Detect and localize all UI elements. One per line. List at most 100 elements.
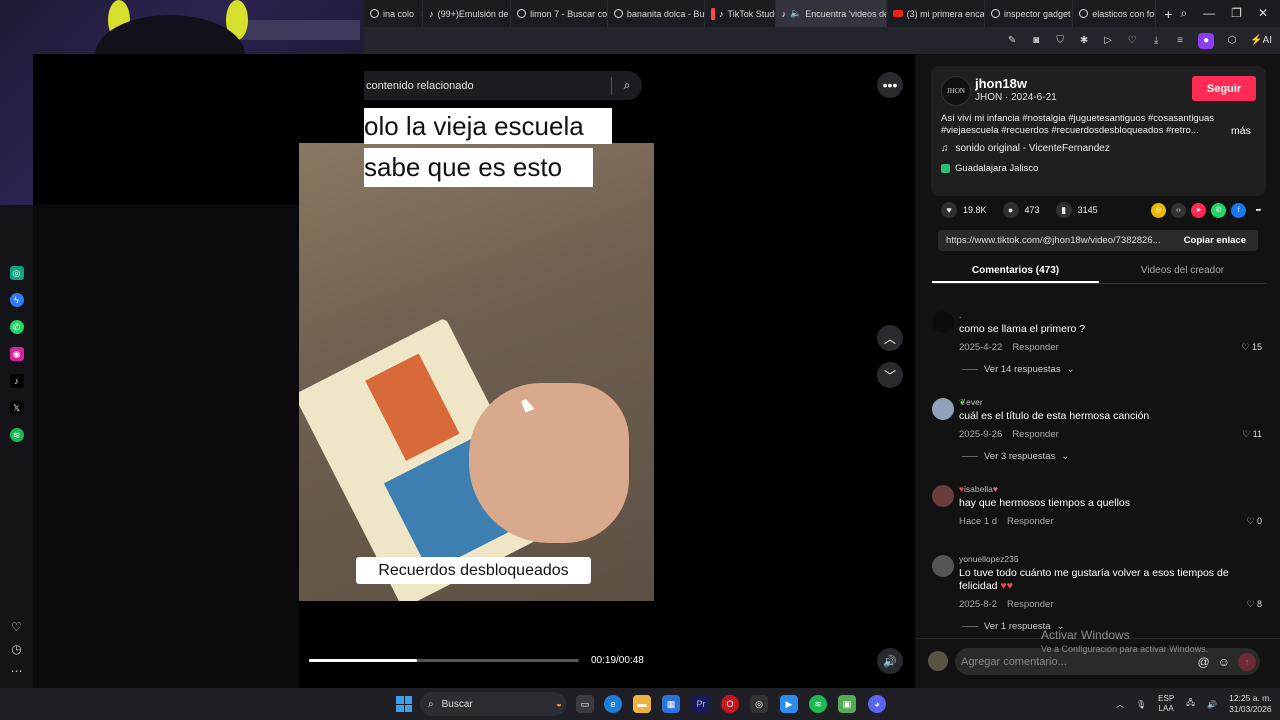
commenter-avatar[interactable] [932, 311, 954, 333]
heart-icon[interactable]: ♡ [1126, 35, 1138, 47]
coin-icon[interactable]: ◎ [1151, 202, 1166, 218]
more-options-button[interactable]: ••• [877, 72, 903, 98]
task-view-icon[interactable]: ▭ [576, 695, 594, 713]
language-indicator[interactable]: ESP LAA [1158, 694, 1174, 714]
clock[interactable]: 12:25 a. m. 31/03/2026 [1229, 693, 1272, 715]
facebook-icon[interactable]: f [1231, 202, 1246, 218]
browser-tab[interactable]: elasticos con form [1073, 0, 1157, 27]
shield-icon[interactable]: ⛉ [1054, 35, 1066, 47]
more-icon[interactable]: ⋯ [11, 664, 23, 678]
like-stat[interactable]: ♥ 19.8K [941, 202, 987, 218]
edit-icon[interactable]: ✎ [1006, 35, 1018, 47]
reply-button[interactable]: Responder [1007, 516, 1053, 527]
creator-avatar[interactable]: JHON [941, 76, 971, 106]
view-replies[interactable]: Ver 14 respuestas ⌄ [962, 364, 1075, 375]
camera-icon[interactable]: ◙ [1030, 35, 1042, 47]
minimize-icon[interactable]: — [1203, 6, 1215, 21]
instagram-icon[interactable]: ◉ [9, 347, 24, 361]
reply-button[interactable]: Responder [1007, 599, 1053, 610]
chatgpt-icon[interactable]: ◎ [9, 266, 24, 280]
video-progress-bar[interactable] [309, 659, 579, 662]
zoom-icon[interactable]: ▶ [780, 695, 798, 713]
download-icon[interactable]: ⤓ [1150, 35, 1162, 47]
post-url[interactable]: https://www.tiktok.com/@jhon18w/video/73… [938, 235, 1174, 246]
obs-icon[interactable]: ◎ [750, 695, 768, 713]
embed-icon[interactable]: ‹› [1171, 202, 1186, 218]
comment-like[interactable]: ♡ 11 [1242, 429, 1262, 440]
vpn-icon[interactable]: ✱ [1078, 35, 1090, 47]
profile-icon[interactable]: ● [1198, 32, 1215, 49]
share-icon[interactable]: ➦ [1251, 203, 1266, 218]
follow-button[interactable]: Seguir [1192, 76, 1256, 101]
whatsapp-icon[interactable]: ✆ [1211, 202, 1226, 218]
taskbar-search[interactable]: ⌕ Buscar ◒ [420, 692, 566, 716]
premiere-icon[interactable]: Pr [692, 695, 710, 713]
creator-username[interactable]: jhon18w [975, 76, 1027, 91]
save-stat[interactable]: ▮ 3145 [1055, 202, 1098, 218]
browser-tab[interactable]: inspector gadget× [985, 0, 1074, 27]
video-player[interactable] [299, 143, 654, 601]
post-location[interactable]: Guadalajara Jalisco [941, 163, 1038, 174]
reply-button[interactable]: Responder [1012, 429, 1058, 440]
whatsapp-icon[interactable]: ✆ [9, 320, 24, 334]
commenter-name[interactable]: ♥isabella♥ [959, 484, 998, 494]
commenter-name[interactable]: yonuellopez235 [959, 554, 1019, 564]
browser-tab[interactable]: ♪TikTok Studio [705, 0, 776, 27]
tiktok-icon[interactable]: ♪ [9, 374, 24, 388]
volume-button[interactable]: 🔊 [877, 648, 903, 674]
comment-like[interactable]: ♡ 8 [1246, 599, 1262, 610]
search-tabs-icon[interactable]: ⌕ [1180, 6, 1187, 21]
emoji-icon[interactable]: ☺ [1218, 655, 1230, 669]
windows-start-icon[interactable] [396, 696, 412, 712]
file-explorer-icon[interactable]: ▬ [633, 695, 651, 713]
related-search-input[interactable]: contenido relacionado ⌕ [364, 71, 642, 100]
maximize-icon[interactable]: ❐ [1231, 6, 1242, 21]
tab-creator-videos[interactable]: Videos del creador [1099, 260, 1266, 283]
copy-link-button[interactable]: Copiar enlace [1184, 235, 1258, 246]
next-video-button[interactable]: ﹀ [877, 362, 903, 388]
commenter-name[interactable]: ❦ever [959, 397, 983, 408]
comment-like[interactable]: ♡ 15 [1241, 342, 1262, 353]
tab-comments[interactable]: Comentarios (473) [932, 260, 1099, 283]
commenter-avatar[interactable] [932, 398, 954, 420]
browser-tab-active[interactable]: ♪🔈Encuentra 'videos de× [775, 0, 887, 27]
network-icon[interactable]: 🖧 [1186, 697, 1195, 711]
search-icon[interactable]: ⌕ [612, 78, 642, 93]
store-icon[interactable]: ▦ [662, 695, 680, 713]
browser-tab[interactable]: limon 7 - Buscar co× [511, 0, 608, 27]
commenter-avatar[interactable] [932, 555, 954, 577]
comment-stat[interactable]: ● 473 [1002, 202, 1040, 218]
history-icon[interactable]: ◷ [11, 642, 21, 656]
menu-icon[interactable]: ≡ [1174, 35, 1186, 47]
new-tab-button[interactable]: + [1156, 6, 1180, 22]
volume-icon[interactable]: 🔊 [1207, 700, 1217, 709]
view-replies[interactable]: Ver 3 respuestas ⌄ [962, 451, 1069, 462]
mention-icon[interactable]: @ [1198, 655, 1210, 669]
browser-tab[interactable]: bananita dolca - Bu× [608, 0, 706, 27]
more-link[interactable]: más [1231, 125, 1251, 137]
aria-ai-button[interactable]: ⚡AI [1250, 35, 1272, 46]
browser-tab[interactable]: ♪(99+)Emulsión de× [423, 0, 512, 27]
comment-like[interactable]: ♡ 0 [1246, 516, 1262, 527]
opera-icon[interactable]: O [721, 695, 739, 713]
spotify-icon[interactable]: ≋ [9, 428, 24, 442]
close-window-icon[interactable]: ✕ [1258, 6, 1268, 21]
my-avatar[interactable] [928, 651, 948, 671]
heart-icon[interactable]: ♡ [11, 620, 22, 634]
commenter-avatar[interactable] [932, 485, 954, 507]
edge-icon[interactable]: e [604, 695, 622, 713]
send-icon[interactable]: ➤ [1191, 202, 1206, 218]
messenger-icon[interactable]: ϟ [9, 293, 24, 307]
play-icon[interactable]: ▷ [1102, 35, 1114, 47]
spotify-icon[interactable]: ≋ [809, 695, 827, 713]
reply-button[interactable]: Responder [1012, 342, 1058, 353]
microphone-icon[interactable]: 🎙 [1136, 700, 1146, 709]
chevron-up-icon[interactable]: ︿ [1116, 699, 1124, 710]
previous-video-button[interactable]: ︿ [877, 325, 903, 351]
browser-tab[interactable]: (3) mi primera enca× [887, 0, 986, 27]
commenter-name[interactable]: . [959, 310, 961, 320]
discord-icon[interactable]: ◕ [868, 695, 886, 713]
send-comment-button[interactable]: ↑ [1238, 652, 1256, 671]
extensions-icon[interactable]: ⬡ [1226, 35, 1238, 47]
x-icon[interactable]: 𝕏 [9, 401, 24, 415]
